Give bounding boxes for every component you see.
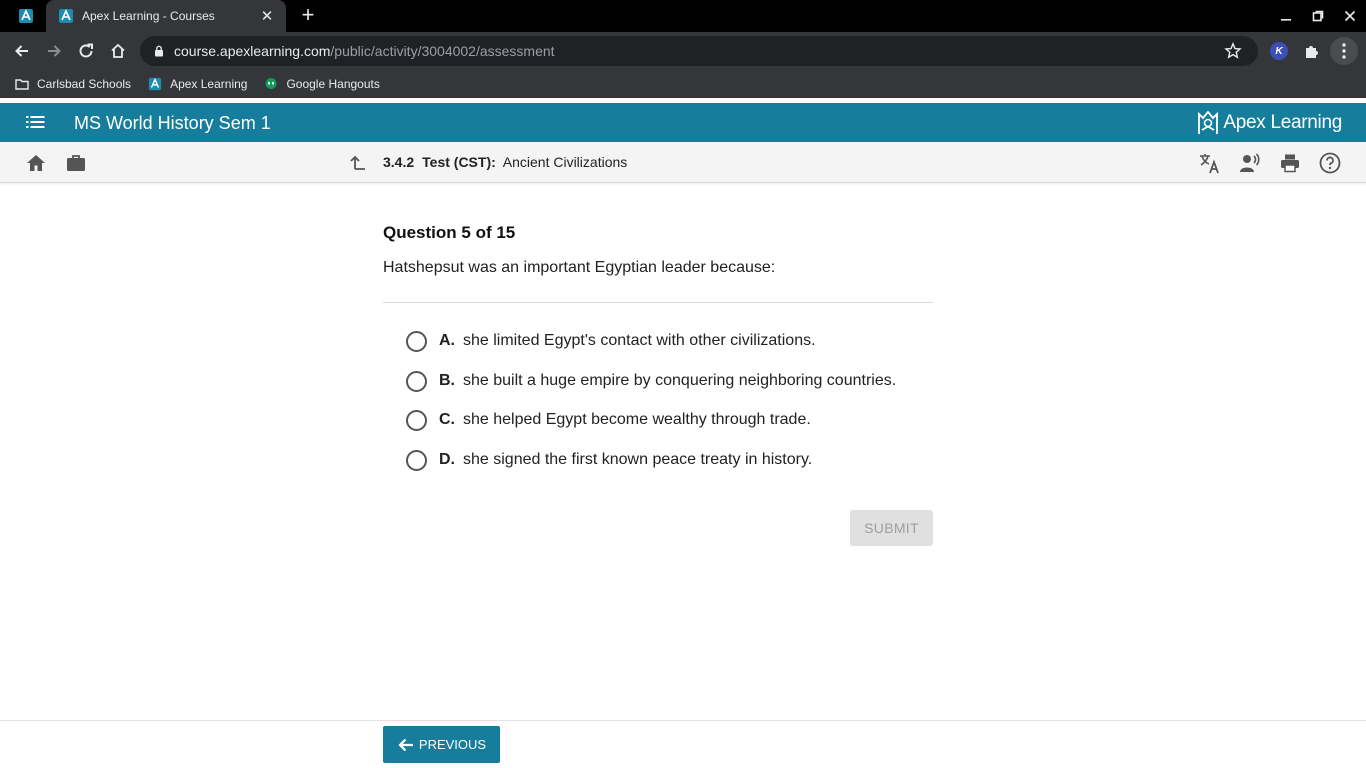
translate-icon[interactable] [1199,152,1221,174]
tab-close-icon[interactable]: ✕ [258,7,276,25]
previous-label: PREVIOUS [418,737,487,752]
bookmark-carlsbad-schools[interactable]: Carlsbad Schools [15,77,131,91]
browser-menu-icon[interactable] [1330,37,1358,65]
answer-text: she limited Egypt's contact with other c… [463,332,816,349]
minimize-icon[interactable] [1270,0,1302,32]
apex-favicon-icon [148,77,162,91]
answer-text: she signed the first known peace treaty … [463,451,813,468]
course-menu-icon[interactable] [26,113,46,131]
answer-letter: D. [439,451,455,468]
apex-favicon-icon [59,9,73,23]
active-tab[interactable]: Apex Learning - Courses ✕ [46,0,286,32]
browser-toolbar: course.apexlearning.com/public/activity/… [0,32,1366,70]
answer-text: she built a huge empire by conquering ne… [463,372,897,389]
pinned-tab[interactable] [8,0,44,32]
answer-letter: B. [439,372,455,389]
brand-name: Apex Learning [1223,112,1342,133]
apex-logo-icon [1198,110,1219,134]
question-heading: Question 5 of 15 [383,223,516,242]
activity-toolbar: 3.4.2 Test (CST): Ancient Civilizations [0,142,1366,183]
bookmark-label: Carlsbad Schools [37,77,132,91]
bookmarks-bar: Carlsbad Schools Apex Learning Google Ha… [0,70,1366,98]
extension-k-icon[interactable]: K [1270,42,1288,60]
activity-number: 3.4.2 [383,154,415,170]
question-divider [383,302,933,303]
reload-icon[interactable] [72,37,100,65]
app-header: MS World History Sem 1 Apex Learning [0,103,1366,142]
arrow-left-icon [398,738,413,751]
submit-button[interactable]: SUBMIT [850,510,933,546]
folder-icon [15,79,29,90]
forward-icon[interactable] [40,37,68,65]
answer-letter: A. [439,332,455,349]
up-level-icon[interactable] [347,152,369,174]
tab-title: Apex Learning - Courses [82,9,215,23]
read-aloud-icon[interactable] [1239,152,1261,174]
home-icon[interactable] [25,152,47,174]
answer-text: she helped Egypt become wealthy through … [463,411,811,428]
answer-option-c[interactable]: C. she helped Egypt become wealthy throu… [406,408,811,432]
radio-button[interactable] [406,330,427,352]
bookmark-label: Google Hangouts [286,77,380,91]
bookmark-star-icon[interactable] [1224,42,1242,60]
url-path: /public/activity/3004002/assessment [330,43,555,59]
new-tab-icon[interactable]: + [296,4,320,28]
activity-name: Ancient Civilizations [502,154,628,170]
address-bar[interactable]: course.apexlearning.com/public/activity/… [140,36,1258,66]
activity-type: Test (CST): [422,154,496,170]
answer-letter: C. [439,411,455,428]
footer-bar: PREVIOUS [0,720,1366,768]
radio-button[interactable] [406,449,427,471]
hangouts-icon [265,78,277,89]
answer-option-a[interactable]: A. she limited Egypt's contact with othe… [406,329,816,353]
radio-button[interactable] [406,370,427,392]
restore-icon[interactable] [1302,0,1334,32]
answer-option-b[interactable]: B. she built a huge empire by conquering… [406,369,896,393]
bookmark-apex-learning[interactable]: Apex Learning [148,77,247,91]
url-host: course.apexlearning.com [174,43,331,59]
browser-tab-strip: Apex Learning - Courses ✕ + [0,0,1366,32]
question-prompt: Hatshepsut was an important Egyptian lea… [383,259,776,276]
home-icon[interactable] [104,37,132,65]
answer-option-d[interactable]: D. she signed the first known peace trea… [406,448,812,472]
window-close-icon[interactable] [1334,0,1366,32]
previous-button[interactable]: PREVIOUS [383,726,500,763]
radio-button[interactable] [406,409,427,431]
activity-title: 3.4.2 Test (CST): Ancient Civilizations [383,154,627,170]
bookmark-label: Apex Learning [170,77,248,91]
print-icon[interactable] [1279,152,1301,174]
apex-favicon-icon [19,9,33,23]
apex-learning-logo: Apex Learning [1197,110,1342,136]
briefcase-icon[interactable] [65,152,87,174]
course-title: MS World History Sem 1 [74,113,271,133]
lock-icon [155,45,163,57]
extensions-puzzle-icon[interactable] [1298,37,1326,65]
bookmark-google-hangouts[interactable]: Google Hangouts [264,77,380,91]
back-icon[interactable] [8,37,36,65]
help-icon[interactable] [1319,152,1341,174]
